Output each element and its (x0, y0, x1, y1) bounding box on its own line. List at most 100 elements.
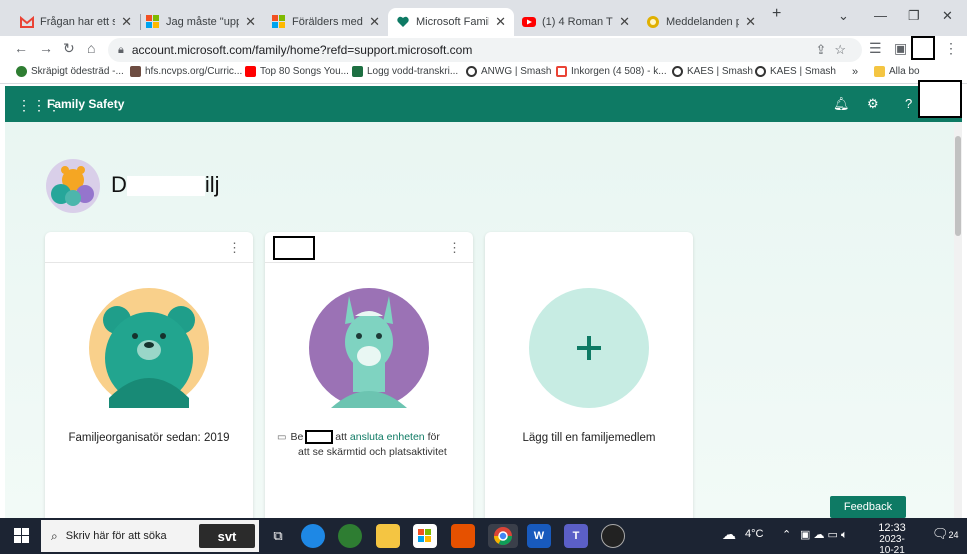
app-brand[interactable]: Family Safety (47, 97, 124, 111)
app-icon[interactable] (601, 524, 625, 548)
bookmarks-overflow-button[interactable]: » (852, 66, 858, 78)
connect-device-text: ▭ Be att ansluta enheten för att se skärmt… (277, 430, 467, 460)
bell-icon[interactable]: 🔔︎ (833, 96, 850, 112)
tab-family-safety[interactable]: Microsoft Family S ✕ (388, 8, 514, 36)
bookmark-item[interactable]: Skräpigt ödesträd -... (16, 66, 124, 77)
people-settings-icon[interactable]: ⚙ (867, 96, 879, 112)
close-icon[interactable]: ✕ (245, 14, 256, 30)
member-card-child[interactable]: ⋮ ▭ Be att ansluta enheten för att se skär… (265, 232, 473, 518)
bookmark-item[interactable]: Logg vodd-transkri... (352, 66, 458, 77)
address-url: account.microsoft.com/family/home?refd=s… (131, 43, 473, 57)
bookmark-item[interactable]: hfs.ncvps.org/Curric... (130, 66, 242, 77)
add-member-caption: Lägg till en familjemedlem (522, 432, 656, 444)
more-options-icon[interactable]: ⋮ (228, 240, 241, 256)
tray-icons[interactable]: ▣ ☁ ▭ 🔈︎ (800, 528, 848, 542)
bookmark-item[interactable]: Inkorgen (4 508) - k... (556, 66, 667, 77)
temperature[interactable]: 4°C (745, 528, 763, 540)
scrollbar-thumb[interactable] (955, 136, 961, 236)
profile-avatar-redacted[interactable] (911, 36, 935, 60)
browser-toolbar: ← → ↻ ⌂ 🔒︎ account.microsoft.com/family/… (0, 36, 967, 62)
home-icon[interactable]: ⌂ (87, 40, 95, 56)
search-placeholder: Skriv här för att söka (65, 530, 167, 542)
bookmark-label: Top 80 Songs You... (260, 66, 349, 77)
circle-icon (16, 66, 27, 77)
notification-icon[interactable]: 🗨︎24 (932, 526, 959, 542)
side-panel-icon[interactable]: ▣ (894, 40, 907, 57)
tab-meddelanden[interactable]: Meddelanden på T ✕ (638, 8, 764, 36)
add-member-card[interactable]: Lägg till en familjemedlem (485, 232, 693, 518)
tab-gmail[interactable]: Frågan har ett svar ✕ (12, 8, 140, 36)
connect-device-link[interactable]: ansluta enheten (350, 431, 425, 443)
menu-kebab-icon[interactable]: ⋮ (944, 40, 958, 57)
family-safety-header: ⋮⋮⋮ Family Safety 🔔︎ ⚙ ? (5, 86, 962, 122)
clock[interactable]: 12:33 2023-10-21 (872, 522, 912, 556)
device-icon: ▭ (277, 432, 287, 443)
word-icon[interactable]: W (527, 524, 551, 548)
globe-icon[interactable] (338, 524, 362, 548)
lock-icon: 🔒︎ (118, 43, 124, 56)
bookmark-label: ANWG | Smash (481, 66, 552, 77)
media-app-icon[interactable] (451, 524, 475, 548)
more-options-icon[interactable]: ⋮ (448, 240, 461, 256)
family-title: Dilj (111, 172, 220, 198)
member-name-redacted (273, 236, 315, 260)
bookmark-item[interactable]: KAES | Smash (672, 66, 753, 77)
close-icon[interactable]: ✕ (745, 14, 756, 30)
forward-arrow-icon[interactable]: → (39, 40, 53, 56)
tab-search-chevron-icon[interactable]: ⌄ (838, 8, 849, 24)
redacted-name (126, 176, 205, 197)
bookmark-label: KAES | Smash (687, 66, 753, 77)
edge-icon[interactable] (301, 524, 325, 548)
windows-taskbar: ⌕ Skriv här för att söka svt ⧉ W T ☁ 4°C… (0, 518, 967, 556)
search-badge[interactable]: svt (199, 524, 255, 548)
tab-microsoft-1[interactable]: Jag måste "uppdat ✕ (138, 8, 264, 36)
clock-time: 12:33 (878, 522, 906, 534)
back-arrow-icon[interactable]: ← (14, 40, 28, 56)
notification-count: 24 (948, 530, 959, 540)
file-explorer-icon[interactable] (376, 524, 400, 548)
tab-microsoft-2[interactable]: Förälders medgiva ✕ (264, 8, 388, 36)
weather-cloud-icon[interactable]: ☁ (722, 526, 736, 543)
close-icon[interactable]: ✕ (121, 14, 132, 30)
card-divider (265, 262, 473, 263)
store-icon[interactable] (413, 524, 437, 548)
tab-title: (1) 4 Roman Treasu (542, 16, 613, 28)
excel-icon (352, 66, 363, 77)
bookmark-item[interactable]: KAES | Smash (755, 66, 836, 77)
bookmark-item[interactable]: Top 80 Songs You... (245, 66, 349, 77)
add-member-button[interactable] (529, 288, 649, 408)
help-icon[interactable]: ? (905, 96, 912, 111)
tab-youtube[interactable]: (1) 4 Roman Treasu ✕ (514, 8, 638, 36)
smash-icon (466, 66, 477, 77)
share-star-icons[interactable]: ⇪☆ (815, 42, 854, 58)
task-view-icon[interactable]: ⧉ (266, 524, 290, 548)
restore-icon[interactable]: ❐ (908, 8, 920, 24)
close-icon[interactable]: ✕ (369, 14, 380, 30)
close-window-icon[interactable]: ✕ (942, 8, 953, 24)
account-avatar-redacted[interactable] (918, 80, 962, 118)
new-tab-button[interactable]: + (772, 5, 781, 23)
taskbar-search[interactable]: ⌕ Skriv här för att söka svt (41, 520, 259, 552)
all-bookmarks-folder[interactable]: Alla bo (874, 66, 920, 77)
page-scrollbar[interactable] (954, 122, 962, 518)
reading-list-icon[interactable]: ☰ (869, 40, 882, 57)
youtube-icon (522, 15, 536, 29)
close-icon[interactable]: ✕ (495, 14, 506, 30)
tray-chevron-icon[interactable]: ⌃ (782, 528, 791, 541)
reload-icon[interactable]: ↻ (63, 40, 75, 57)
minimize-icon[interactable]: — (874, 8, 887, 23)
smash-icon (672, 66, 683, 77)
feedback-button[interactable]: Feedback (830, 496, 906, 518)
address-bar[interactable]: 🔒︎ account.microsoft.com/family/home?ref… (108, 38, 862, 62)
member-card-organizer[interactable]: ⋮ Familjeorganisatör sedan: 2019 (45, 232, 253, 518)
main-content: Dilj ⋮ Familjeorganisatör sedan: 2019 ⋮ (5, 122, 954, 518)
windows-start-icon[interactable] (14, 528, 30, 547)
family-avatar (45, 158, 101, 214)
llama-avatar (309, 288, 429, 408)
bookmark-item[interactable]: ANWG | Smash (466, 66, 551, 77)
family-title-start: D (111, 172, 127, 197)
gmail-icon (20, 15, 34, 29)
chrome-icon[interactable] (488, 524, 518, 548)
close-icon[interactable]: ✕ (619, 14, 630, 30)
teams-icon[interactable]: T (564, 524, 588, 548)
